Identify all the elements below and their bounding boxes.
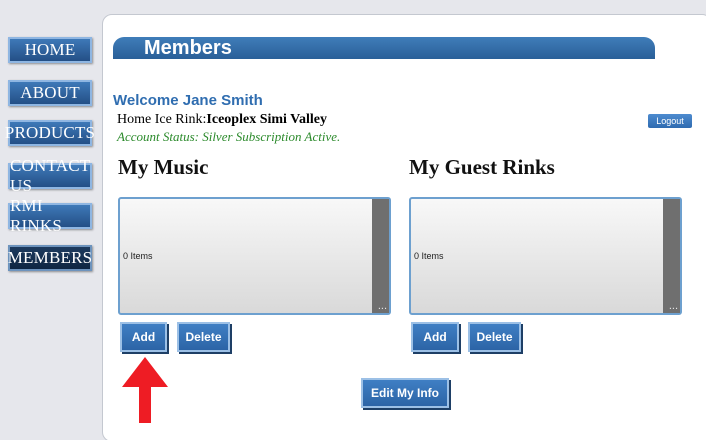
- my-guest-rinks-title: My Guest Rinks: [409, 155, 555, 179]
- music-more-icon[interactable]: ...: [378, 301, 387, 312]
- home-rink-name: Iceoplex Simi Valley: [206, 112, 327, 127]
- music-scrollbar[interactable]: ...: [372, 199, 389, 313]
- music-add-button[interactable]: Add: [120, 322, 167, 352]
- guest-rinks-scrollbar[interactable]: ...: [663, 199, 680, 313]
- nav-home-button[interactable]: HOME: [8, 37, 92, 63]
- nav-contact-button[interactable]: CONTACT US: [8, 156, 92, 195]
- my-music-title: My Music: [118, 155, 209, 179]
- nav-about-button[interactable]: ABOUT: [8, 80, 92, 106]
- nav-rmi-rinks-button[interactable]: RMI RINKS: [8, 196, 92, 235]
- guest-rinks-list[interactable]: 0 Items ...: [409, 197, 682, 315]
- account-status: Account Status: Silver Subscription Acti…: [117, 129, 341, 144]
- music-list[interactable]: 0 Items ...: [118, 197, 391, 315]
- home-rink-label: Home Ice Rink:: [117, 112, 207, 127]
- red-up-arrow-icon: [122, 357, 168, 423]
- logout-button[interactable]: Logout: [648, 114, 692, 128]
- guest-rinks-add-button[interactable]: Add: [411, 322, 459, 352]
- nav-members-button[interactable]: MEMBERS: [8, 245, 92, 271]
- page-title: Members: [144, 37, 232, 59]
- nav-products-button[interactable]: PRODUCTS: [5, 120, 95, 146]
- music-delete-button[interactable]: Delete: [177, 322, 230, 352]
- welcome-text: Welcome Jane Smith: [113, 92, 263, 109]
- guest-rinks-more-icon[interactable]: ...: [669, 301, 678, 312]
- guest-rinks-delete-button[interactable]: Delete: [468, 322, 521, 352]
- home-rink-line: Home Ice Rink:Iceoplex Simi Valley: [117, 112, 327, 128]
- edit-my-info-button[interactable]: Edit My Info: [361, 378, 449, 408]
- music-count: 0 Items: [123, 251, 153, 261]
- guest-rinks-count: 0 Items: [414, 251, 444, 261]
